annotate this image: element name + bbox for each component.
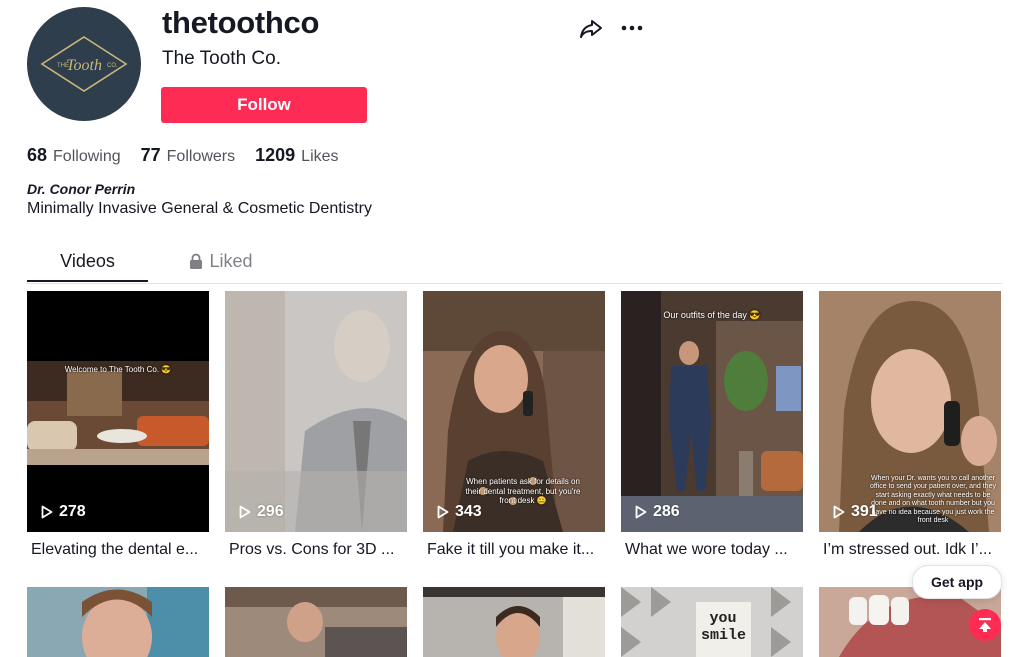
profile-display-name: The Tooth Co. xyxy=(162,48,282,69)
video-views: 278 xyxy=(41,503,86,521)
profile-avatar[interactable]: THE Tooth CO. xyxy=(27,7,141,121)
play-icon xyxy=(41,505,53,519)
tab-label: Videos xyxy=(60,250,115,271)
get-app-button[interactable]: Get app xyxy=(912,565,1002,599)
svg-text:Tooth: Tooth xyxy=(66,57,102,74)
video-views: 391 xyxy=(833,503,878,521)
video-overlay-text: you smile xyxy=(701,610,747,644)
view-count: 391 xyxy=(851,503,878,520)
video-card[interactable]: Our outfits of the day 😎 286 xyxy=(621,291,803,532)
view-count: 286 xyxy=(653,503,680,520)
video-caption[interactable]: I’m stressed out. Idk I’... xyxy=(823,541,1005,559)
stat-number: 68 xyxy=(27,145,48,165)
play-icon xyxy=(833,505,845,519)
bio-name: Dr. Conor Perrin xyxy=(27,181,136,197)
play-icon xyxy=(437,505,449,519)
lock-icon xyxy=(190,253,203,269)
video-views: 296 xyxy=(239,503,284,521)
video-thumbnail xyxy=(225,291,407,532)
video-card[interactable]: Welcome to The Tooth Co. 😎 278 xyxy=(27,291,209,532)
play-icon xyxy=(239,505,251,519)
view-count: 278 xyxy=(59,503,86,520)
stat-number: 1209 xyxy=(255,145,296,165)
video-caption[interactable]: What we wore today ... xyxy=(625,541,807,559)
video-card[interactable]: When your Dr. wants you to call another … xyxy=(819,291,1001,532)
stat-label: Followers xyxy=(166,148,236,165)
stat-label: Likes xyxy=(301,148,339,165)
svg-text:CO.: CO. xyxy=(107,63,118,69)
tab-label: Liked xyxy=(209,250,253,271)
video-caption[interactable]: Fake it till you make it... xyxy=(427,541,609,559)
video-overlay-text: Welcome to The Tooth Co. 😎 xyxy=(64,365,172,374)
bio-text: Minimally Invasive General & Cosmetic De… xyxy=(27,200,372,217)
video-caption[interactable]: Elevating the dental e... xyxy=(31,541,213,559)
stat-label: Following xyxy=(53,148,121,165)
arrow-up-icon xyxy=(979,618,991,632)
share-icon[interactable] xyxy=(578,16,604,42)
tab-videos[interactable]: Videos xyxy=(27,240,148,282)
video-views: 286 xyxy=(635,503,680,521)
view-count: 343 xyxy=(455,503,482,520)
video-overlay-text: When patients ask for details on their d… xyxy=(465,477,581,506)
play-icon xyxy=(635,505,647,519)
video-thumbnail xyxy=(621,291,803,532)
video-thumbnail xyxy=(27,291,209,532)
active-tab-underline xyxy=(27,280,148,282)
video-views: 343 xyxy=(437,503,482,521)
video-overlay-text: Our outfits of the day 😎 xyxy=(663,310,761,320)
more-options-icon[interactable] xyxy=(618,16,646,40)
stat-number: 77 xyxy=(140,145,161,165)
video-caption[interactable]: Pros vs. Cons for 3D ... xyxy=(229,541,411,559)
video-card[interactable]: 296 xyxy=(225,291,407,532)
view-count: 296 xyxy=(257,503,284,520)
tab-liked[interactable]: Liked xyxy=(169,240,273,282)
stat-following[interactable]: 68 Following xyxy=(27,145,121,166)
back-to-top-button[interactable] xyxy=(969,609,1001,641)
video-overlay-text: When your Dr. wants you to call another … xyxy=(870,475,996,524)
profile-tabs: Videos Liked xyxy=(27,240,1002,284)
profile-username: thetoothco xyxy=(162,5,320,40)
follow-button[interactable]: Follow xyxy=(161,87,367,123)
tooth-co-logo: THE Tooth CO. xyxy=(40,36,128,92)
video-card[interactable]: When patients ask for details on their d… xyxy=(423,291,605,532)
profile-stats: 68 Following 77 Followers 1209 Likes xyxy=(27,145,339,166)
stat-likes: 1209 Likes xyxy=(255,145,338,166)
stat-followers[interactable]: 77 Followers xyxy=(141,145,236,166)
